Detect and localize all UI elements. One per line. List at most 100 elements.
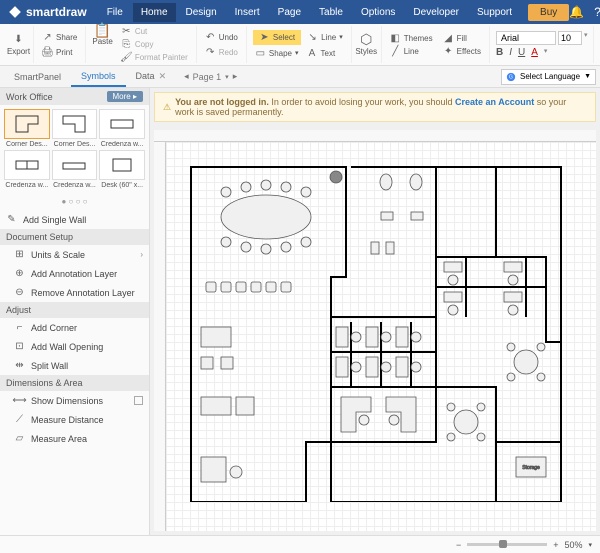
- share-icon: ↗: [42, 32, 53, 43]
- corner-desk-icon: [61, 114, 87, 134]
- italic-button[interactable]: I: [509, 47, 512, 58]
- share-button[interactable]: ↗Share: [40, 31, 79, 44]
- canvas-grid[interactable]: Storage: [166, 142, 596, 531]
- font-color-button[interactable]: A: [531, 47, 538, 58]
- zoom-level[interactable]: 50%: [564, 540, 582, 550]
- menu-options[interactable]: Options: [353, 3, 403, 22]
- menu-developer[interactable]: Developer: [405, 3, 467, 22]
- print-button[interactable]: 🖨Print: [40, 46, 79, 59]
- corner-desk-icon: [14, 114, 40, 134]
- app-logo[interactable]: smartdraw: [8, 5, 87, 19]
- show-dimensions-tool[interactable]: ⟷Show Dimensions: [0, 391, 149, 410]
- add-single-wall-tool[interactable]: ✎Add Single Wall: [0, 210, 149, 229]
- tab-smartpanel[interactable]: SmartPanel: [4, 68, 71, 86]
- export-icon[interactable]: ⬇: [13, 34, 24, 45]
- zoom-out-icon[interactable]: −: [456, 540, 461, 550]
- page-dropdown-icon[interactable]: ▾: [225, 73, 229, 81]
- font-size-chevron-icon[interactable]: ▾: [584, 31, 588, 45]
- credenza-icon: [61, 155, 87, 175]
- shape-tool[interactable]: ▭Shape ▾: [253, 47, 301, 60]
- remove-annotation-tool[interactable]: ⊖Remove Annotation Layer: [0, 283, 149, 302]
- menu-table[interactable]: Table: [311, 3, 351, 22]
- ribbon-font-group: ▾ B I U A ▾: [490, 26, 595, 63]
- drawing-canvas[interactable]: Storage: [154, 130, 596, 531]
- page-next-icon[interactable]: ▸: [233, 71, 238, 82]
- font-more-icon[interactable]: ▾: [544, 47, 548, 58]
- undo-button[interactable]: ↶Undo: [203, 31, 240, 44]
- page-prev-icon[interactable]: ◂: [184, 71, 189, 82]
- page-label[interactable]: Page 1: [193, 72, 222, 82]
- symbol-credenza-3[interactable]: Credenza w...: [52, 150, 98, 189]
- symbol-corner-desk-1[interactable]: Corner Des...: [4, 109, 50, 148]
- bold-button[interactable]: B: [496, 47, 503, 58]
- text-tool[interactable]: AText: [305, 47, 338, 60]
- redo-button[interactable]: ↷Redo: [203, 46, 240, 59]
- menu-insert[interactable]: Insert: [227, 3, 268, 22]
- buy-button[interactable]: Buy: [528, 4, 569, 21]
- zoom-handle[interactable]: [499, 540, 507, 548]
- notification-icon[interactable]: 🔔: [569, 5, 584, 19]
- font-size-select[interactable]: [558, 31, 582, 45]
- dimensions-header: Dimensions & Area: [0, 375, 149, 391]
- ribbon-export-group: ⬇ Export: [4, 26, 34, 63]
- themes-icon: ◧: [390, 33, 401, 44]
- select-tool[interactable]: ➤Select: [253, 30, 301, 45]
- measure-distance-tool[interactable]: ⟋Measure Distance: [0, 410, 149, 429]
- menu-support[interactable]: Support: [469, 3, 520, 22]
- floorplan-drawing[interactable]: Storage: [186, 162, 566, 502]
- font-family-select[interactable]: [496, 31, 556, 45]
- statusbar: − + 50% ▾: [0, 535, 600, 553]
- zoom-dropdown-icon[interactable]: ▾: [588, 541, 592, 549]
- warning-icon: ⚠: [163, 102, 171, 113]
- cut-icon: ✂: [121, 26, 132, 37]
- styles-icon[interactable]: ⬡: [361, 34, 372, 45]
- symbol-credenza-2[interactable]: Credenza w...: [4, 150, 50, 189]
- credenza-icon: [14, 155, 40, 175]
- ruler-icon: ⊞: [14, 249, 25, 260]
- more-button[interactable]: More ▸: [107, 91, 143, 102]
- underline-button[interactable]: U: [518, 47, 525, 58]
- line-tool[interactable]: ↘Line ▾: [305, 30, 345, 45]
- measure-area-tool[interactable]: ▱Measure Area: [0, 429, 149, 448]
- copy-icon: ⎘: [121, 39, 132, 50]
- themes-button[interactable]: ◧Themes: [388, 32, 435, 45]
- checkbox[interactable]: [134, 396, 143, 405]
- tab-data[interactable]: Data✕: [126, 67, 177, 86]
- create-account-link[interactable]: Create an Account: [455, 97, 534, 107]
- menu-file[interactable]: File: [99, 3, 131, 22]
- menu-home[interactable]: Home: [133, 3, 176, 22]
- symbol-desk[interactable]: Desk (60" x...: [99, 150, 145, 189]
- split-wall-tool[interactable]: ⇹Split Wall: [0, 356, 149, 375]
- vertical-ruler: [154, 142, 166, 531]
- panel-title: Work Office: [6, 92, 53, 102]
- menu-design[interactable]: Design: [178, 3, 225, 22]
- tab-symbols[interactable]: Symbols: [71, 67, 126, 87]
- main: Work Office More ▸ Corner Des... Corner …: [0, 88, 600, 535]
- format-painter-button[interactable]: 🖌Format Painter: [119, 51, 190, 64]
- cut-button[interactable]: ✂Cut: [119, 25, 190, 38]
- area-icon: ▱: [14, 433, 25, 444]
- shape-icon: ▭: [255, 48, 266, 59]
- symbol-credenza-1[interactable]: Credenza w...: [99, 109, 145, 148]
- add-wall-opening-tool[interactable]: ⊡Add Wall Opening: [0, 337, 149, 356]
- zoom-slider[interactable]: [467, 543, 547, 546]
- close-icon[interactable]: ✕: [159, 71, 167, 81]
- zoom-in-icon[interactable]: +: [553, 540, 558, 550]
- menu-page[interactable]: Page: [270, 3, 309, 22]
- units-scale-tool[interactable]: ⊞Units & Scale›: [0, 245, 149, 264]
- language-select[interactable]: G Select Language ▼: [501, 69, 596, 85]
- add-corner-tool[interactable]: ⌐Add Corner: [0, 318, 149, 337]
- layer-add-icon: ⊕: [14, 268, 25, 279]
- document-tabs: SmartPanel Symbols Data✕ ◂ Page 1 ▾ ▸ G …: [0, 66, 600, 88]
- help-icon[interactable]: ?: [594, 5, 600, 19]
- line-style-icon: ╱: [390, 46, 401, 57]
- fill-button[interactable]: ◢Fill: [441, 32, 483, 45]
- measure-icon: ⟋: [14, 414, 25, 425]
- line-style-button[interactable]: ╱Line: [388, 45, 435, 58]
- symbol-corner-desk-2[interactable]: Corner Des...: [52, 109, 98, 148]
- copy-button[interactable]: ⎘Copy: [119, 38, 190, 51]
- add-annotation-tool[interactable]: ⊕Add Annotation Layer: [0, 264, 149, 283]
- effects-button[interactable]: ✦Effects: [441, 45, 483, 58]
- symbols-pagination[interactable]: ● ○ ○ ○: [0, 193, 149, 210]
- paste-icon[interactable]: 📋: [97, 25, 108, 36]
